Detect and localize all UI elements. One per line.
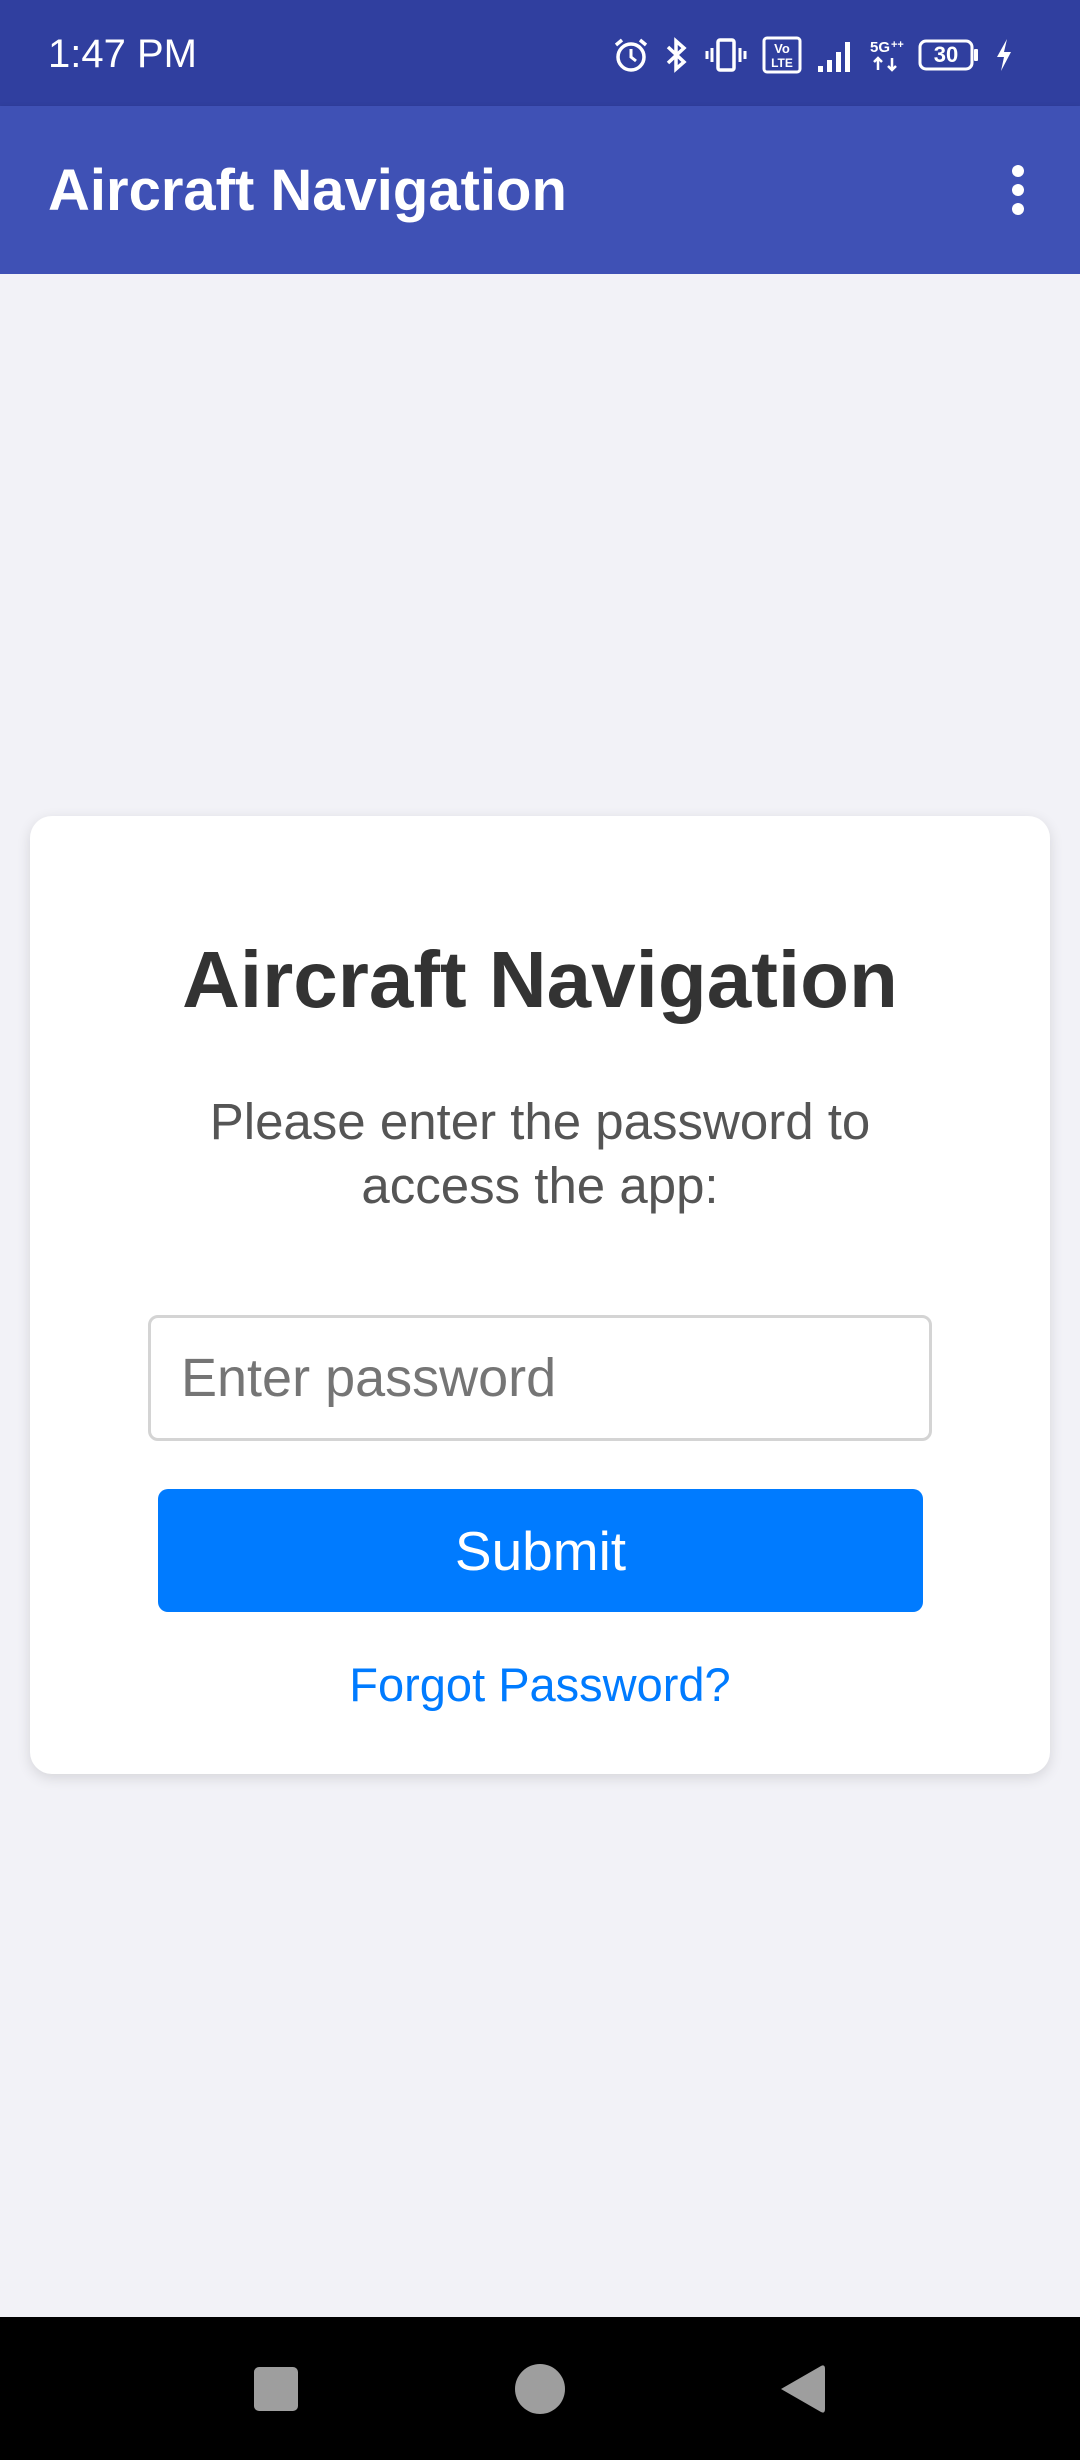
back-icon[interactable] [732,2317,872,2460]
submit-button[interactable]: Submit [158,1489,923,1612]
login-title: Aircraft Navigation [182,935,898,1024]
svg-text:5G: 5G [870,39,890,56]
charging-icon [994,36,1014,74]
forgot-password-link[interactable]: Forgot Password? [0,1655,1080,1715]
status-bar: 1:47 PM Vo LTE 5G ++ 30 [0,0,1080,106]
svg-text:Vo: Vo [774,41,790,56]
password-input[interactable] [148,1315,932,1441]
battery-level: 30 [933,42,959,67]
svg-text:++: ++ [891,39,904,51]
recents-icon[interactable] [206,2317,346,2460]
app-bar-title: Aircraft Navigation [48,158,567,223]
signal-icon [816,36,856,74]
system-nav-bar [0,2317,1080,2460]
status-icons: Vo LTE 5G ++ 30 [612,30,1014,80]
5g-icon: 5G ++ [870,36,904,74]
svg-text:LTE: LTE [771,56,793,70]
battery-icon: 30 [918,39,980,71]
home-icon[interactable] [470,2317,610,2460]
app-bar: Aircraft Navigation [0,106,1080,274]
bluetooth-icon [664,36,690,74]
login-subtitle: Please enter the password to access the … [209,1093,871,1214]
volte-icon: Vo LTE [762,36,802,74]
more-vert-icon[interactable] [978,150,1058,230]
alarm-icon [612,36,650,74]
vibrate-icon [704,36,748,74]
content-area [0,274,1080,2317]
status-time: 1:47 PM [48,32,197,76]
